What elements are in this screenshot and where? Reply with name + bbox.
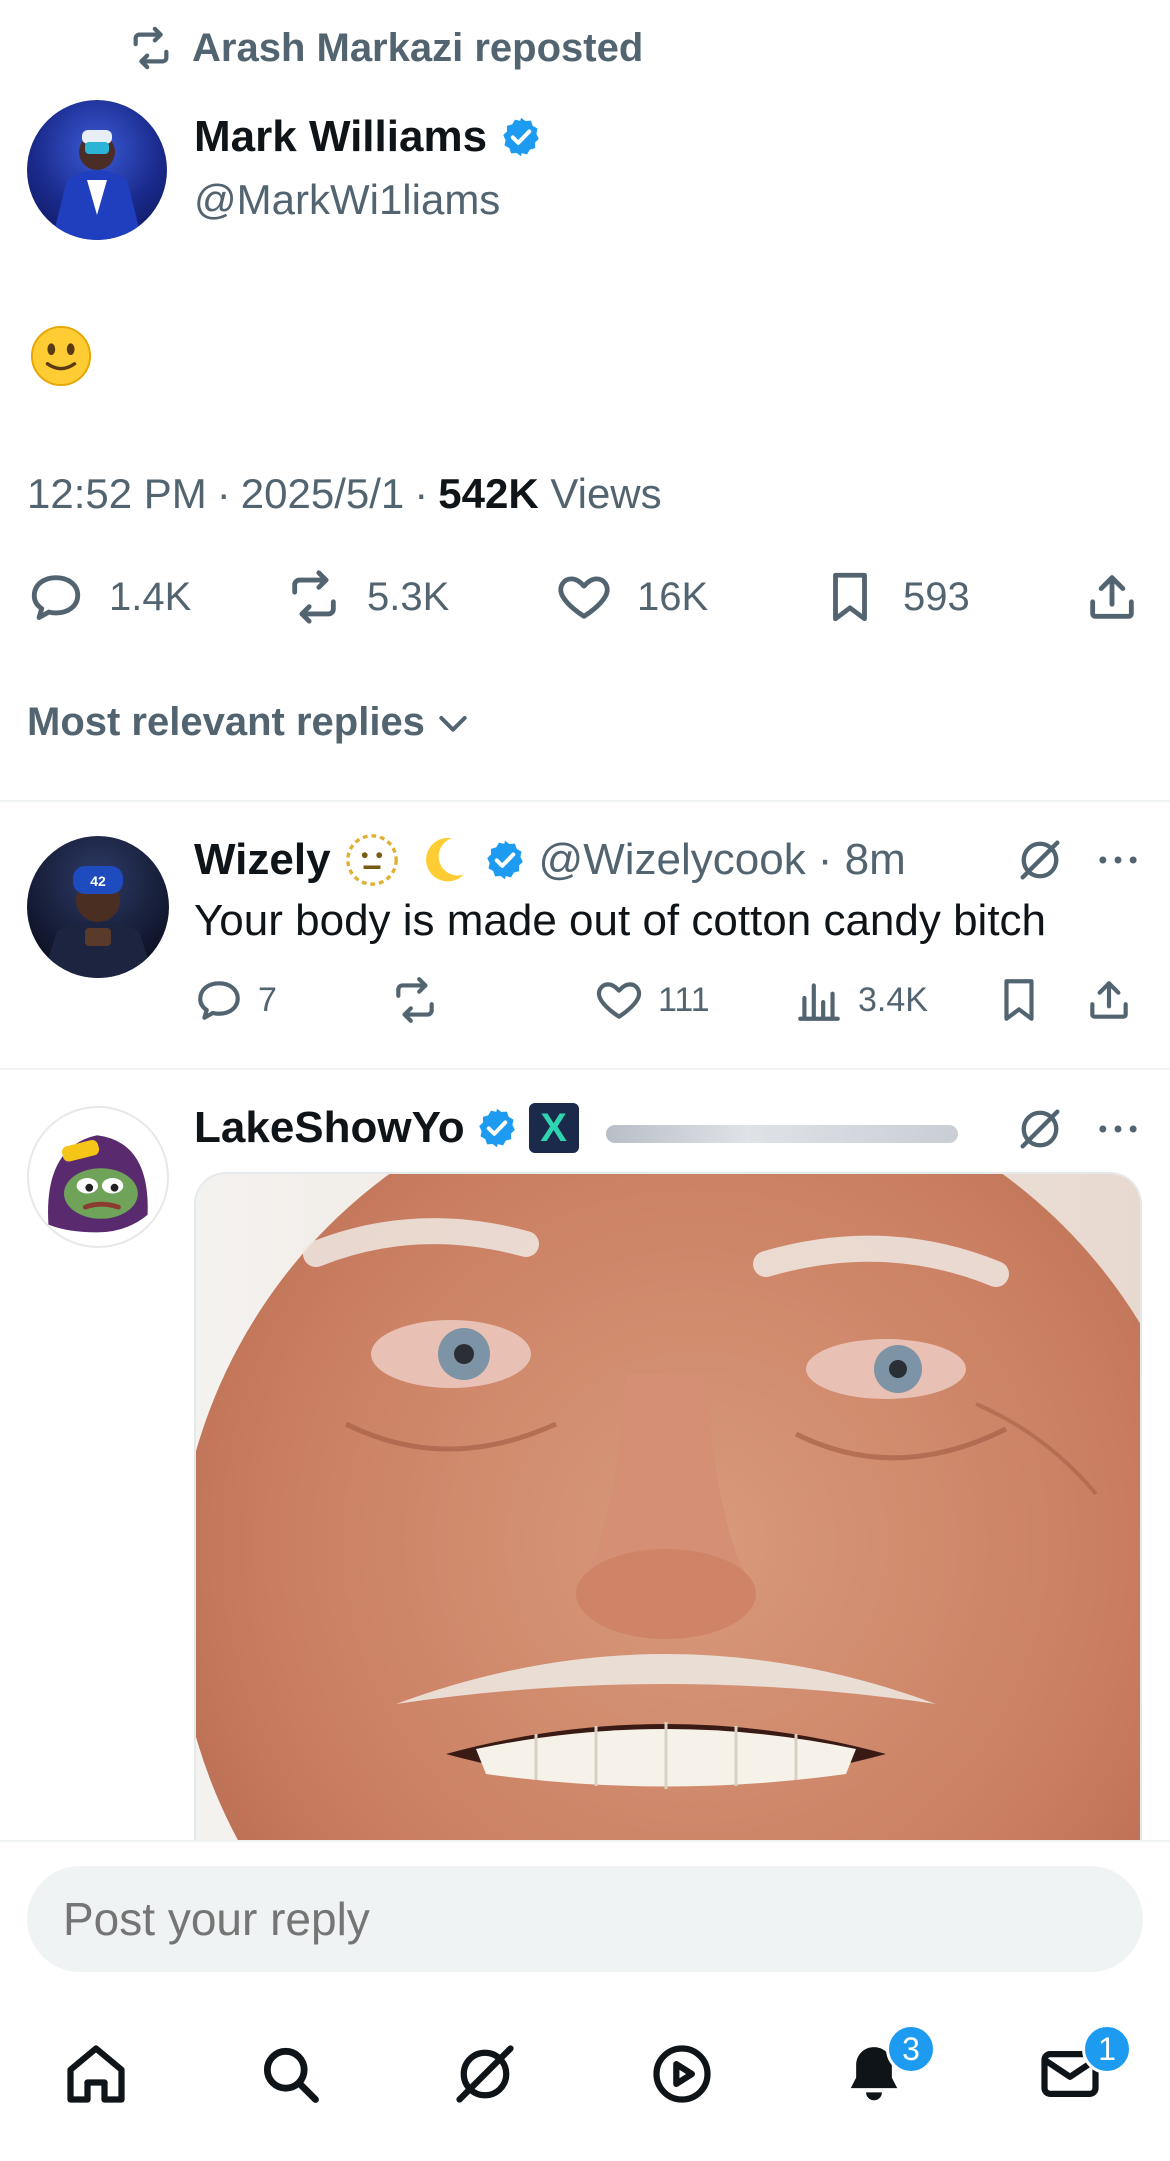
reply-button[interactable]: 7 xyxy=(194,975,277,1025)
like-button[interactable]: 111 xyxy=(594,975,710,1025)
bookmark-button[interactable] xyxy=(994,975,1044,1025)
reply-avatar[interactable]: 42 xyxy=(27,836,169,978)
share-icon xyxy=(1090,981,1128,1019)
analytics-icon xyxy=(798,983,840,1021)
replies-sort-dropdown[interactable]: Most relevant replies xyxy=(27,700,473,745)
verified-badge-icon xyxy=(478,1108,515,1148)
tweet-time: 12:52 PM xyxy=(27,470,207,517)
avatar-illustration xyxy=(52,130,142,240)
reply-count: 1.4K xyxy=(109,574,192,619)
repost-button[interactable]: 5.3K xyxy=(285,568,449,626)
nav-home[interactable] xyxy=(56,2034,136,2114)
share-icon xyxy=(1090,575,1134,619)
bookmark-count: 593 xyxy=(903,574,970,619)
slightly-smiling-face-emoji-icon xyxy=(30,325,92,387)
reply-header: Wizely @Wizelycook · 8m xyxy=(194,832,906,888)
tweet-meta: 12:52 PM · 2025/5/1 · 542K Views xyxy=(27,470,662,518)
grok-icon[interactable] xyxy=(1014,1103,1066,1155)
grok-icon[interactable] xyxy=(1014,834,1066,886)
nav-grok[interactable] xyxy=(445,2034,525,2114)
reply-media-image[interactable] xyxy=(194,1172,1142,1852)
like-button[interactable]: 16K xyxy=(555,568,708,626)
meta-separator: · xyxy=(216,470,231,517)
svg-text:42: 42 xyxy=(90,873,106,889)
home-icon xyxy=(67,2045,125,2103)
verified-badge-icon xyxy=(503,117,539,157)
bottom-navigation xyxy=(0,2000,1170,2161)
bookmark-button[interactable]: 593 xyxy=(821,568,970,626)
reply-header: LakeShowYo X xyxy=(194,1098,579,1158)
avatar-illustration xyxy=(48,1135,148,1233)
redacted-handle xyxy=(606,1125,958,1143)
reply-avatar[interactable] xyxy=(27,1106,169,1248)
more-options-icon[interactable] xyxy=(1092,834,1144,886)
share-button[interactable] xyxy=(1084,975,1134,1025)
chevron-down-icon xyxy=(439,715,467,732)
more-options-icon[interactable] xyxy=(1092,1103,1144,1155)
divider xyxy=(0,800,1170,802)
grok-icon xyxy=(456,2045,514,2103)
nav-search[interactable] xyxy=(250,2034,330,2114)
affiliate-badge-icon: X xyxy=(528,1103,579,1153)
reply-text: Your body is made out of cotton candy bi… xyxy=(194,896,1047,945)
heart-icon xyxy=(596,982,642,1019)
divider xyxy=(0,1068,1170,1070)
reply-icon xyxy=(31,575,81,620)
views-button[interactable]: 3.4K xyxy=(794,975,928,1025)
bookmark-icon xyxy=(833,572,867,622)
crescent-moon-emoji-icon xyxy=(425,837,464,882)
avatar-illustration: 42 xyxy=(42,866,154,978)
reply-icon xyxy=(198,981,240,1020)
views-count-group[interactable]: 542K Views xyxy=(438,470,661,518)
like-count: 111 xyxy=(658,980,710,1019)
author-handle[interactable]: @MarkWi1liams xyxy=(194,176,500,224)
reply-button[interactable]: 1.4K xyxy=(27,568,191,626)
author-avatar[interactable] xyxy=(27,100,167,240)
reply-count: 7 xyxy=(258,980,277,1019)
messages-badge: 1 xyxy=(1082,2024,1132,2074)
views-count: 3.4K xyxy=(858,980,928,1019)
repost-header[interactable]: Arash Markazi reposted xyxy=(128,24,643,72)
author-name-row[interactable]: Mark Williams xyxy=(194,112,543,162)
reply-author-handle[interactable]: @Wizelycook xyxy=(539,835,806,885)
reply-input[interactable] xyxy=(27,1866,1143,1972)
reply-time: · 8m xyxy=(817,835,906,884)
reply-actions: 7 111 3.4K xyxy=(194,975,1144,1035)
sort-label: Most relevant replies xyxy=(27,700,425,744)
views-label: Views xyxy=(550,470,662,517)
author-name[interactable]: Mark Williams xyxy=(194,112,487,162)
heart-icon xyxy=(558,576,610,619)
search-icon xyxy=(263,2047,319,2103)
share-button[interactable] xyxy=(1083,568,1141,626)
repost-button[interactable] xyxy=(390,975,454,1025)
repost-label: Arash Markazi reposted xyxy=(192,25,644,70)
reply-author-name[interactable]: Wizely xyxy=(194,835,331,885)
verified-badge-icon xyxy=(486,840,523,880)
notifications-badge: 3 xyxy=(886,2024,936,2074)
reply-author-name[interactable]: LakeShowYo xyxy=(194,1103,465,1153)
like-count: 16K xyxy=(637,574,709,619)
tweet-actions: 1.4K 5.3K 16K 593 xyxy=(27,568,1147,638)
neutral-face-emoji-icon xyxy=(345,834,398,886)
repost-icon xyxy=(133,26,169,70)
tweet-date: 2025/5/1 xyxy=(240,470,405,517)
views-count: 542K xyxy=(438,470,539,517)
play-circle-icon xyxy=(653,2045,711,2103)
repost-icon xyxy=(292,570,336,624)
meta-separator: · xyxy=(414,470,429,517)
repost-icon xyxy=(396,977,434,1023)
smiling-older-man-photo xyxy=(196,1174,1140,1852)
repost-count: 5.3K xyxy=(367,574,450,619)
nav-video[interactable] xyxy=(642,2034,722,2114)
bookmark-icon xyxy=(1004,979,1034,1021)
